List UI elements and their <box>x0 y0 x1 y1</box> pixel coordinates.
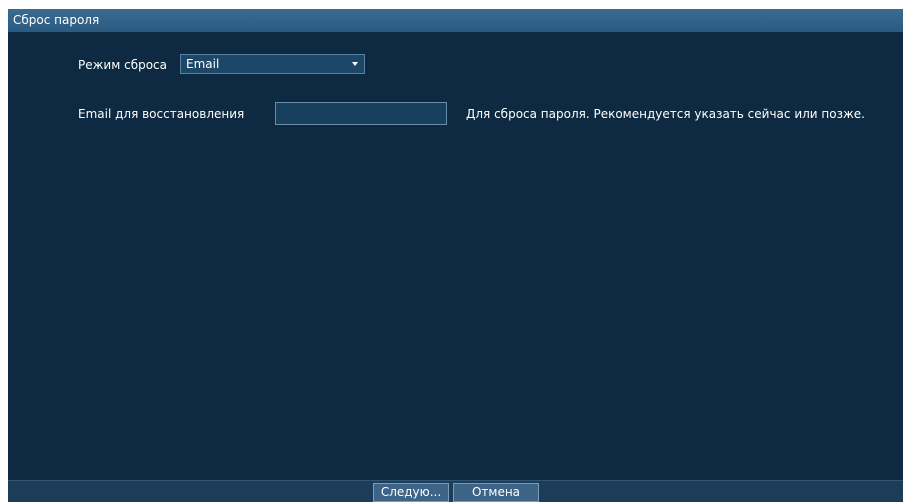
chevron-down-icon <box>352 62 358 66</box>
recovery-email-hint: Для сброса пароля. Рекомендуется указать… <box>466 107 865 121</box>
recovery-email-input[interactable] <box>275 102 447 125</box>
dialog-footer: Следую... Отмена <box>8 480 903 502</box>
next-button[interactable]: Следую... <box>373 483 449 502</box>
reset-mode-value: Email <box>186 57 220 71</box>
dialog-title: Сброс пароля <box>8 9 903 32</box>
reset-mode-label: Режим сброса <box>78 58 168 72</box>
reset-mode-select[interactable]: Email <box>180 54 365 74</box>
cancel-button[interactable]: Отмена <box>453 483 539 502</box>
recovery-email-label: Email для восстановления <box>78 107 245 121</box>
reset-password-dialog: Сброс пароля Режим сброса Email Email дл… <box>8 9 903 502</box>
